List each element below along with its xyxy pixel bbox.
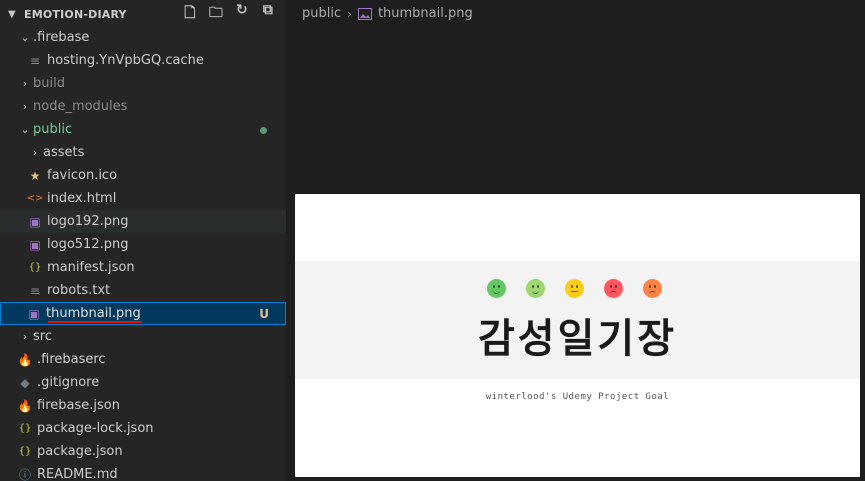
chevron-down-icon: ⌄ — [20, 31, 30, 44]
tree-file-robots[interactable]: ≡ robots.txt — [0, 279, 286, 302]
tree-file-logo512[interactable]: ▣ logo512.png — [0, 233, 286, 256]
firebase-icon: 🔥 — [17, 398, 33, 413]
emotion-face-icon — [565, 279, 584, 298]
tree-folder-src[interactable]: › src — [0, 325, 286, 348]
tree-item-label: firebase.json — [37, 398, 120, 413]
json-icon: {} — [18, 446, 32, 457]
editor-area: public › thumbnail.png 감성일기장 winterlood'… — [286, 0, 865, 481]
emotion-faces — [487, 279, 662, 298]
firebase-icon: 🔥 — [17, 352, 33, 367]
info-icon: ⓘ — [18, 468, 31, 481]
tree-file-logo192[interactable]: ▣ logo192.png — [0, 210, 286, 233]
breadcrumb-folder[interactable]: public — [302, 6, 341, 21]
breadcrumb-file[interactable]: thumbnail.png — [378, 6, 473, 21]
html-icon: <> — [26, 193, 44, 204]
refresh-icon[interactable]: ↻ — [234, 2, 250, 26]
tree-item-label: package.json — [37, 444, 123, 459]
tree-folder-node-modules[interactable]: › node_modules — [0, 95, 286, 118]
explorer-header[interactable]: ▼ EMOTION-DIARY 🗋 🗀 ↻ ⧉ — [0, 0, 286, 28]
new-file-icon[interactable]: 🗋 — [182, 2, 198, 26]
tree-file-thumbnail[interactable]: ▣ thumbnail.png U — [0, 302, 286, 325]
tree-file-package-json[interactable]: {} package.json — [0, 440, 286, 463]
breadcrumb: public › thumbnail.png — [302, 6, 473, 21]
emotion-face-icon — [604, 279, 623, 298]
tree-file-gitignore[interactable]: ◆ .gitignore — [0, 371, 286, 394]
project-title: EMOTION-DIARY — [24, 7, 127, 21]
tree-item-label: README.md — [37, 467, 118, 481]
tree-file-package-lock[interactable]: {} package-lock.json — [0, 417, 286, 440]
tree-item-label: build — [33, 76, 65, 91]
file-tree: ⌄ .firebase ≡ hosting.YnVpbGQ.cache › bu… — [0, 26, 286, 481]
tree-file-firebase-json[interactable]: 🔥 firebase.json — [0, 394, 286, 417]
tree-item-label: public — [33, 122, 73, 137]
tree-file-readme[interactable]: ⓘ README.md — [0, 463, 286, 481]
tree-item-label: .gitignore — [37, 375, 100, 390]
tree-item-label: src — [33, 329, 52, 344]
chevron-right-icon: › — [22, 100, 28, 113]
chevron-right-icon: › — [22, 77, 28, 90]
tree-folder-firebase[interactable]: ⌄ .firebase — [0, 26, 286, 49]
preview-subtitle: winterlood's Udemy Project Goal — [485, 392, 670, 402]
explorer-sidebar: ▼ EMOTION-DIARY 🗋 🗀 ↻ ⧉ ⌄ .firebase ≡ ho… — [0, 0, 286, 481]
tree-item-label: hosting.YnVpbGQ.cache — [47, 53, 204, 68]
image-file-icon: ▣ — [29, 237, 41, 252]
tree-item-label: favicon.ico — [47, 168, 118, 183]
tree-item-label: logo512.png — [47, 237, 129, 252]
tree-item-label: logo192.png — [47, 214, 129, 229]
chevron-right-icon: › — [32, 146, 38, 159]
text-file-icon: ≡ — [29, 283, 41, 298]
tree-folder-assets[interactable]: › assets — [0, 141, 286, 164]
tree-item-label: index.html — [47, 191, 117, 206]
emotion-face-icon — [526, 279, 545, 298]
image-preview: 감성일기장 winterlood's Udemy Project Goal — [295, 194, 860, 477]
tree-file-manifest[interactable]: {} manifest.json — [0, 256, 286, 279]
json-icon: {} — [18, 423, 32, 434]
collapse-all-icon[interactable]: ⧉ — [260, 2, 276, 26]
star-icon: ★ — [29, 168, 41, 183]
tree-item-label: robots.txt — [47, 283, 111, 298]
json-icon: {} — [28, 262, 42, 273]
git-icon: ◆ — [20, 375, 30, 390]
tree-item-label: .firebase — [33, 30, 90, 45]
image-file-icon — [357, 7, 372, 20]
chevron-down-icon: ⌄ — [20, 123, 30, 136]
tree-file-firebaserc[interactable]: 🔥 .firebaserc — [0, 348, 286, 371]
chevron-right-icon: › — [347, 6, 352, 21]
tree-item-label: node_modules — [33, 99, 128, 114]
tree-item-label: package-lock.json — [37, 421, 154, 436]
tree-item-label: manifest.json — [47, 260, 135, 275]
git-status-dot — [260, 127, 267, 134]
image-file-icon: ▣ — [29, 214, 41, 229]
tree-folder-build[interactable]: › build — [0, 72, 286, 95]
text-file-icon: ≡ — [29, 53, 41, 68]
explorer-actions: 🗋 🗀 ↻ ⧉ — [182, 2, 286, 26]
error-squiggle — [48, 321, 142, 323]
tree-file-index-html[interactable]: <> index.html — [0, 187, 286, 210]
tree-file-hosting-cache[interactable]: ≡ hosting.YnVpbGQ.cache — [0, 49, 286, 72]
tree-item-label: .firebaserc — [37, 352, 106, 367]
emotion-face-icon — [643, 279, 662, 298]
preview-title: 감성일기장 — [478, 316, 677, 362]
new-folder-icon[interactable]: 🗀 — [208, 2, 224, 26]
chevron-down-icon[interactable]: ▼ — [8, 9, 22, 20]
tree-file-favicon[interactable]: ★ favicon.ico — [0, 164, 286, 187]
emotion-face-icon — [487, 279, 506, 298]
chevron-right-icon: › — [22, 330, 28, 343]
tree-folder-public[interactable]: ⌄ public — [0, 118, 286, 141]
git-untracked-badge: U — [259, 306, 269, 321]
image-file-icon: ▣ — [28, 306, 40, 321]
tree-item-label: thumbnail.png — [46, 306, 141, 321]
tree-item-label: assets — [43, 145, 85, 160]
